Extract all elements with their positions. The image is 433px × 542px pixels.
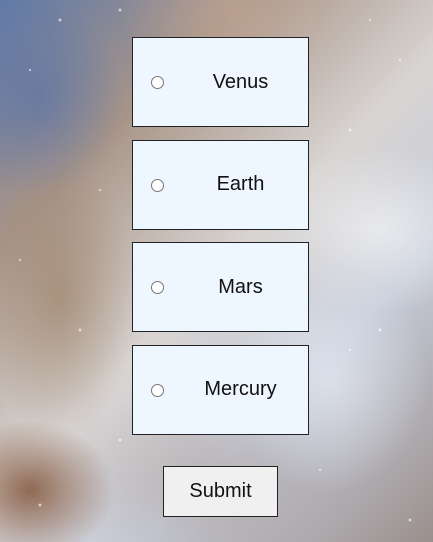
radio-button-venus[interactable] — [151, 76, 164, 89]
option-earth[interactable]: Earth — [132, 139, 309, 230]
radio-button-mercury[interactable] — [151, 383, 164, 397]
radio-button-earth[interactable] — [151, 178, 164, 192]
option-label-venus: Venus — [212, 70, 269, 93]
option-venus[interactable]: Venus — [132, 37, 309, 127]
option-label-mercury: Mercury — [204, 378, 277, 400]
option-mars[interactable]: Mars — [132, 242, 309, 332]
radio-button-mars[interactable] — [151, 281, 164, 294]
option-label-earth: Earth — [216, 173, 265, 195]
option-label-mars: Mars — [218, 275, 263, 298]
option-mercury[interactable]: Mercury — [132, 344, 309, 435]
answer-options: Venus Earth Mars Mercury — [132, 37, 309, 447]
submit-button[interactable]: Submit — [163, 466, 278, 517]
